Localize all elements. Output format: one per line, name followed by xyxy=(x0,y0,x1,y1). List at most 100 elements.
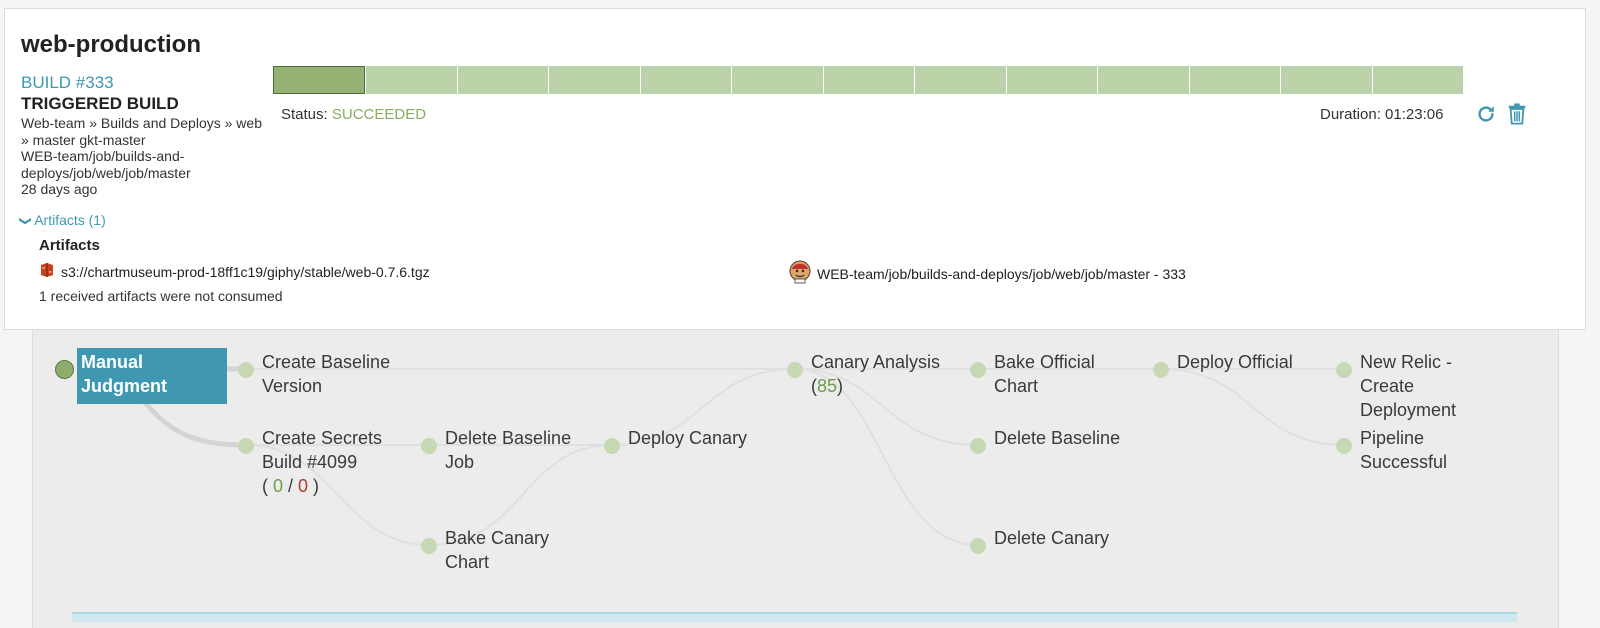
s3-bucket-icon xyxy=(39,262,55,281)
unconsumed-artifacts-note: 1 received artifacts were not consumed xyxy=(39,288,283,304)
progress-segment[interactable] xyxy=(731,66,822,94)
stage-bake-official-chart[interactable]: Bake Official Chart xyxy=(994,350,1095,398)
stage-dot-new-relic[interactable] xyxy=(1336,362,1352,378)
failed-count: 0 xyxy=(298,476,309,496)
refresh-icon[interactable] xyxy=(1475,103,1497,130)
stage-dot-delete-canary[interactable] xyxy=(970,538,986,554)
canary-score: (85) xyxy=(811,374,940,398)
artifact-item-s3[interactable]: s3://chartmuseum-prod-18ff1c19/giphy/sta… xyxy=(39,262,430,281)
stage-bake-canary-chart[interactable]: Bake Canary Chart xyxy=(445,526,549,574)
stage-label-line: Delete Baseline xyxy=(445,428,572,448)
stage-label-line: Job xyxy=(445,452,475,472)
trigger-detail-line: deploys/job/web/job/master xyxy=(21,164,191,181)
artifact-text: s3://chartmuseum-prod-18ff1c19/giphy/sta… xyxy=(61,263,430,280)
pipeline-graph: Manual Judgment Create Baseline Version … xyxy=(32,328,1559,628)
stage-create-secrets-counts: ( 0 / 0 ) xyxy=(262,474,382,498)
artifact-item-jenkins[interactable]: WEB-team/job/builds-and-deploys/job/web/… xyxy=(789,260,1186,287)
progress-segment[interactable] xyxy=(273,66,366,94)
duration-value: 01:23:06 xyxy=(1385,106,1444,123)
artifact-text: WEB-team/job/builds-and-deploys/job/web/… xyxy=(817,265,1186,282)
stage-label-line: Create Baseline xyxy=(262,352,391,372)
progress-segment[interactable] xyxy=(1188,66,1280,94)
stage-label-line: Successful xyxy=(1360,452,1448,472)
progress-segment[interactable] xyxy=(1371,66,1463,94)
stage-deploy-official[interactable]: Deploy Official xyxy=(1177,350,1293,374)
stage-label-line: Create Secrets xyxy=(262,428,383,448)
execution-duration: Duration: 01:23:06 xyxy=(1320,106,1443,123)
progress-segment[interactable] xyxy=(1005,66,1097,94)
progress-segment[interactable] xyxy=(1097,66,1188,94)
execution-card: web-production BUILD #333 TRIGGERED BUIL… xyxy=(4,8,1586,330)
trigger-detail-line: 28 days ago xyxy=(21,181,98,197)
jenkins-icon xyxy=(789,260,811,287)
status-value: SUCCEEDED xyxy=(331,106,427,123)
stage-dot-deploy-official[interactable] xyxy=(1153,362,1169,378)
stage-dot-deploy-canary[interactable] xyxy=(604,438,620,454)
succeeded-count: 0 xyxy=(273,476,284,496)
stage-dot-delete-baseline-job[interactable] xyxy=(421,438,437,454)
stage-deploy-canary[interactable]: Deploy Canary xyxy=(628,426,747,450)
manual-judgment-status-dot xyxy=(55,360,74,379)
trash-icon[interactable] xyxy=(1507,103,1527,130)
stage-manual-judgment[interactable]: Manual Judgment xyxy=(77,348,227,404)
trigger-details: Web-team » Builds and Deploys » web » ma… xyxy=(21,115,277,198)
stage-manual-judgment-line1: Manual xyxy=(81,352,144,372)
trigger-detail-line: WEB-team/job/builds-and- xyxy=(21,148,185,164)
trigger-detail-line: » master gkt-master xyxy=(21,131,146,148)
stage-label-line: Chart xyxy=(445,552,490,572)
status-label: Status: xyxy=(281,106,328,123)
stage-label-line: Delete Baseline xyxy=(994,428,1121,448)
trigger-detail-line: Web-team » Builds and Deploys » web xyxy=(21,115,262,131)
build-link[interactable]: BUILD #333 xyxy=(21,73,114,93)
artifacts-toggle[interactable]: ❯ Artifacts (1) xyxy=(19,212,106,228)
stage-dot-canary-analysis[interactable] xyxy=(787,362,803,378)
progress-segment[interactable] xyxy=(822,66,914,94)
stage-dot-create-secrets[interactable] xyxy=(238,438,254,454)
stage-label-line: Version xyxy=(262,376,323,396)
stage-label-line: Chart xyxy=(994,376,1039,396)
stage-label-line: Bake Official xyxy=(994,352,1095,372)
stage-canary-analysis[interactable]: Canary Analysis (85) xyxy=(811,350,940,398)
stage-label-line: Deployment xyxy=(1360,400,1457,420)
stage-label-line: Canary Analysis xyxy=(811,352,941,372)
stage-details-panel-edge xyxy=(72,612,1517,622)
stage-pipeline-successful[interactable]: Pipeline Successful xyxy=(1360,426,1447,474)
stage-manual-judgment-line2: Judgment xyxy=(81,376,168,396)
stage-label-line: Bake Canary xyxy=(445,528,550,548)
progress-segment[interactable] xyxy=(456,66,548,94)
stage-progress-bar xyxy=(273,66,1463,94)
stage-dot-pipeline-successful[interactable] xyxy=(1336,438,1352,454)
stage-label-line: Build #4099 xyxy=(262,452,358,472)
stage-delete-baseline[interactable]: Delete Baseline xyxy=(994,426,1120,450)
progress-segment[interactable] xyxy=(548,66,639,94)
stage-delete-baseline-job[interactable]: Delete Baseline Job xyxy=(445,426,571,474)
stage-dot-bake-official-chart[interactable] xyxy=(970,362,986,378)
counts-open-paren: ( xyxy=(262,476,273,496)
stage-label-line: Pipeline xyxy=(1360,428,1425,448)
artifacts-toggle-label: Artifacts (1) xyxy=(34,212,106,228)
stage-dot-bake-canary-chart[interactable] xyxy=(421,538,437,554)
stage-label-line: Create xyxy=(1360,376,1415,396)
progress-segment[interactable] xyxy=(914,66,1005,94)
trigger-type: TRIGGERED BUILD xyxy=(21,94,179,113)
counts-close-paren: ) xyxy=(308,476,320,496)
edge-manual-to-create-secrets xyxy=(141,398,248,448)
progress-segment[interactable] xyxy=(639,66,731,94)
stage-dot-create-baseline[interactable] xyxy=(238,362,254,378)
stage-label-line: New Relic - xyxy=(1360,352,1453,372)
stage-label-line: Deploy Official xyxy=(1177,352,1293,372)
stage-dot-delete-baseline[interactable] xyxy=(970,438,986,454)
stage-delete-canary[interactable]: Delete Canary xyxy=(994,526,1109,550)
stage-label-line: Delete Canary xyxy=(994,528,1110,548)
stage-label-line: Deploy Canary xyxy=(628,428,748,448)
chevron-down-icon: ❯ xyxy=(19,215,34,227)
score-close-paren: ) xyxy=(837,376,844,396)
counts-separator: / xyxy=(283,476,299,496)
stage-new-relic-create-deployment[interactable]: New Relic - Create Deployment xyxy=(1360,350,1456,422)
progress-segment[interactable] xyxy=(365,66,456,94)
edge-deploy-official-to-pipeline-successful xyxy=(1160,368,1345,446)
progress-segment[interactable] xyxy=(1280,66,1371,94)
duration-label: Duration: xyxy=(1320,106,1381,123)
stage-create-baseline-version[interactable]: Create Baseline Version xyxy=(262,350,390,398)
stage-create-secrets[interactable]: Create Secrets Build #4099 ( 0 / 0 ) xyxy=(262,426,382,498)
